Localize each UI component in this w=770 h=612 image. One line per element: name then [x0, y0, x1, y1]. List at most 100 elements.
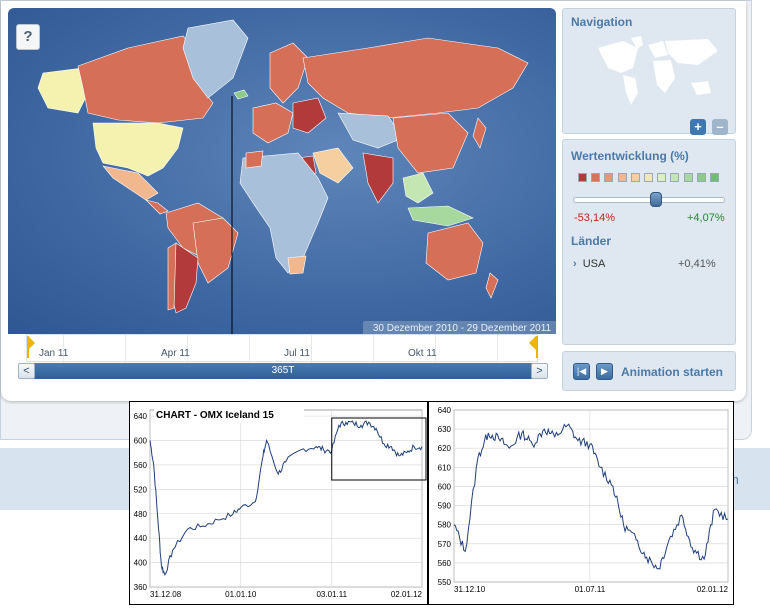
timeline-tick: [249, 335, 250, 363]
color-scale-swatch: [591, 173, 601, 182]
timeline-tick: [497, 335, 498, 363]
map-saudi-arabia: [312, 147, 354, 184]
y-tick-label: 360: [134, 583, 148, 592]
map-new-zealand: [485, 272, 499, 299]
map-china: [392, 112, 469, 174]
x-tick-label: 02.01.12: [697, 585, 729, 594]
widget-outer-panel: ? 30 Dezember 2010 - 29 Dezember 2011 Ja…: [0, 0, 752, 440]
timeline-scale[interactable]: Jan 11 Apr 11 Jul 11 Okt 11: [26, 334, 538, 363]
map-scandinavia: [269, 42, 309, 104]
y-tick-label: 630: [438, 425, 452, 434]
timeline-end-handle-bar[interactable]: [536, 336, 538, 358]
x-tick-label: 31.12.08: [150, 590, 182, 599]
color-scale-swatch: [617, 173, 627, 182]
performance-slider-knob[interactable]: [650, 192, 662, 207]
y-tick-label: 560: [134, 461, 148, 470]
zoom-in-button[interactable]: +: [690, 119, 706, 135]
country-value: +0,41%: [678, 258, 716, 270]
map-southeast-asia: [402, 172, 434, 204]
y-tick-label: 600: [134, 437, 148, 446]
x-tick-label: 01.01.10: [225, 590, 257, 599]
y-tick-label: 610: [438, 463, 452, 472]
animation-play-button[interactable]: ▶: [596, 363, 613, 380]
x-tick-label: 03.01.11: [316, 590, 347, 599]
map-south-africa: [287, 255, 307, 275]
color-scale-swatch: [696, 173, 706, 182]
map-indonesia: [407, 205, 474, 227]
timeline-end-handle[interactable]: [529, 336, 536, 350]
widget-panel: ? 30 Dezember 2010 - 29 Dezember 2011 Ja…: [1, 1, 746, 401]
color-scale-swatch: [604, 173, 614, 182]
y-tick-label: 640: [438, 406, 452, 415]
map-central-america: [145, 199, 169, 215]
zoom-out-button[interactable]: –: [712, 119, 728, 135]
x-tick-label: 31.12.10: [454, 585, 486, 594]
timeline-month-label: Jan 11: [39, 348, 69, 359]
y-tick-label: 620: [438, 444, 452, 453]
color-scale-swatch: [670, 173, 680, 182]
chart-omx-zoom-svg: 550 560 570 580 590 600 610 620 630 640 31.12.10 01…: [438, 406, 729, 594]
timeline-month-label: Okt 11: [408, 348, 437, 359]
animation-start-label[interactable]: Animation starten: [621, 365, 723, 379]
y-tick-label: 560: [438, 559, 452, 568]
map-europe-east: [292, 97, 327, 134]
timeline-tick: [311, 335, 312, 363]
y-tick-label: 640: [134, 412, 148, 421]
y-tick-label: 440: [134, 534, 148, 543]
timeline-month-label: Apr 11: [161, 348, 190, 359]
performance-max-label: +4,07%: [687, 212, 725, 224]
page: m: [0, 0, 770, 612]
map-brazil: [192, 217, 239, 284]
rewind-icon: |◀: [576, 366, 587, 376]
timeline-next-button[interactable]: >: [531, 363, 548, 379]
timeline-tick: [373, 335, 374, 363]
country-list-item[interactable]: › USA: [573, 258, 605, 270]
countries-title: Länder: [571, 234, 612, 248]
map-india: [362, 152, 394, 204]
color-scale-swatch: [644, 173, 653, 182]
color-scale-swatch: [710, 173, 719, 182]
y-tick-label: 550: [438, 578, 452, 587]
color-scale-swatch: [657, 173, 667, 182]
map-japan: [472, 117, 487, 149]
performance-title: Wertentwicklung (%): [571, 149, 689, 163]
y-tick-label: 400: [134, 559, 148, 568]
animation-rewind-button[interactable]: |◀: [573, 363, 590, 380]
performance-slider-track[interactable]: [573, 197, 725, 203]
color-scale-swatch: [630, 173, 640, 182]
map-morocco: [245, 150, 264, 169]
map-australia: [425, 222, 484, 281]
play-icon: ▶: [601, 366, 608, 376]
y-tick-label: 520: [134, 485, 148, 494]
map-europe-west: [252, 102, 294, 144]
timeline-range-bar[interactable]: 365T: [18, 363, 548, 379]
timeline-prev-button[interactable]: <: [18, 363, 35, 379]
navigation-title: Navigation: [571, 15, 633, 29]
help-button[interactable]: ?: [16, 24, 40, 50]
timeline-start-handle[interactable]: [28, 336, 35, 350]
y-tick-label: 580: [438, 521, 452, 530]
map-russia: [302, 37, 529, 119]
navigation-minimap[interactable]: [593, 33, 723, 111]
y-tick-label: 570: [438, 540, 452, 549]
timeline-tick: [125, 335, 126, 363]
chevron-right-icon: ›: [573, 258, 577, 270]
x-tick-label: 01.07.11: [575, 585, 606, 594]
map-iceland: [233, 89, 249, 100]
y-tick-label: 590: [438, 502, 452, 511]
country-name: USA: [582, 258, 606, 270]
y-tick-label: 600: [438, 482, 452, 491]
chart-omx-zoom: 550 560 570 580 590 600 610 620 630 640 31.12.10 01…: [428, 401, 734, 605]
navigation-panel: Navigation + –: [562, 8, 736, 135]
world-map[interactable]: ? 30 Dezember 2010 - 29 Dezember 2011: [8, 8, 556, 334]
performance-min-label: -53,14%: [574, 212, 615, 224]
chart-title: CHART - OMX Iceland 15: [154, 408, 304, 423]
plot-area: [453, 409, 729, 583]
chart-omx-long: 360 400 440 480 520 560 600 640 31.12.08 01.01.10…: [129, 401, 428, 605]
timeline-start-handle-bar[interactable]: [27, 336, 29, 358]
timeline: Jan 11 Apr 11 Jul 11 Okt 11 365T < >: [8, 334, 556, 384]
chart-omx-long-svg: 360 400 440 480 520 560 600 640 31.12.08 01.01.10…: [134, 409, 427, 599]
y-tick-label: 480: [134, 510, 148, 519]
timeline-month-label: Jul 11: [284, 348, 310, 359]
color-scale-swatch: [578, 173, 587, 182]
